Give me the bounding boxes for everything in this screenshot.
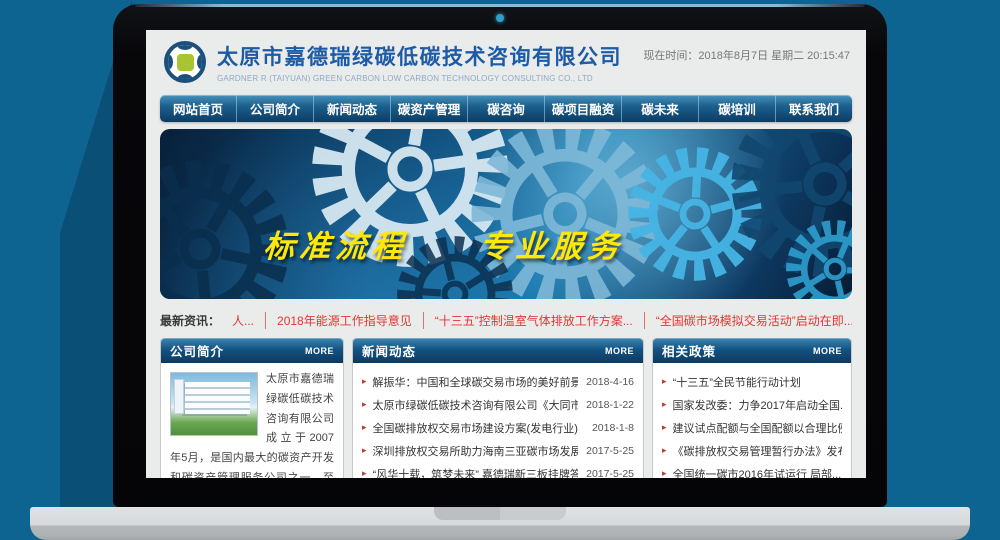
news-row[interactable]: ▸全国碳排放权交易市场建设方案(发电行业)2018-1-8 [362,416,634,439]
main-nav: 网站首页 公司简介 新闻动态 碳资产管理 碳咨询 碳项目融资 碳未来 碳培训 联… [160,95,852,122]
column-policies: 相关政策 MORE ▸“十三五”全民节能行动计划 ▸国家发改委：力争2017年启… [652,338,852,478]
nav-item-training[interactable]: 碳培训 [699,95,776,122]
news-date: 2018-4-16 [586,376,634,388]
nav-item-news[interactable]: 新闻动态 [314,95,391,122]
arrow-bullet-icon: ▸ [662,377,667,386]
policies-header: 相关政策 MORE [653,338,851,363]
company-name: 太原市嘉德瑞绿碳低碳技术咨询有限公司 [217,41,622,71]
ticker-label: 最新资讯： [160,312,220,329]
policies-list: ▸“十三五”全民节能行动计划 ▸国家发改委：力争2017年启动全国... ▸建议… [653,363,851,478]
arrow-bullet-icon: ▸ [362,423,367,432]
company-building-photo [170,372,258,436]
laptop-screen: 太原市嘉德瑞绿碳低碳技术咨询有限公司 GARDNER R (TAIYUAN) G… [146,30,866,478]
arrow-bullet-icon: ▸ [362,446,367,455]
nav-item-about[interactable]: 公司简介 [237,95,314,122]
news-ticker: 最新资讯： 人... 2018年能源工作指导意见 “十三五”控制温室气体排放工作… [160,308,852,332]
logo-dot [164,55,173,70]
news-date: 2017-5-25 [586,468,634,479]
profile-title: 公司简介 [170,341,224,360]
site-header: 太原市嘉德瑞绿碳低碳技术咨询有限公司 GARDNER R (TAIYUAN) G… [160,30,852,95]
news-row[interactable]: ▸“风华十载，筑梦未来” 嘉德瑞新三板挂牌答谢...2017-5-25 [362,462,634,478]
nav-item-financing[interactable]: 碳项目融资 [545,95,622,122]
policies-more-link[interactable]: MORE [813,346,842,356]
logo-dot [178,74,193,83]
policy-row[interactable]: ▸国家发改委：力争2017年启动全国... [662,393,842,416]
trackpad-notch [434,507,566,520]
news-row[interactable]: ▸太原市绿碳低碳技术咨询有限公司《大同市低碳发...2018-1-22 [362,393,634,416]
policy-row[interactable]: ▸建议试点配额与全国配额以合理比例兑... [662,416,842,439]
nav-item-future[interactable]: 碳未来 [622,95,699,122]
website-page: 太原市嘉德瑞绿碳低碳技术咨询有限公司 GARDNER R (TAIYUAN) G… [160,30,852,478]
policy-row[interactable]: ▸“十三五”全民节能行动计划 [662,370,842,393]
gear-icon [160,130,319,299]
current-time-label: 现在时间：2018年8月7日 星期二 20:15:47 [643,47,850,63]
policies-title: 相关政策 [662,341,716,360]
company-name-en: GARDNER R (TAIYUAN) GREEN CARBON LOW CAR… [217,74,622,83]
nav-item-carbon-assets[interactable]: 碳资产管理 [391,95,468,122]
column-news: 新闻动态 MORE ▸解振华：中国和全球碳交易市场的美好前景可期2018-4-1… [352,338,644,478]
ticker-link[interactable]: “十三五”控制温室气体排放工作方案... [424,312,645,329]
news-date: 2018-1-8 [592,422,634,434]
logo-dot [178,41,193,50]
profile-more-link[interactable]: MORE [305,346,334,356]
nav-item-contact[interactable]: 联系我们 [776,95,852,122]
news-more-link[interactable]: MORE [605,346,634,356]
company-logo-icon [164,41,206,83]
arrow-bullet-icon: ▸ [662,469,667,478]
news-row[interactable]: ▸解振华：中国和全球碳交易市场的美好前景可期2018-4-16 [362,370,634,393]
arrow-bullet-icon: ▸ [662,423,667,432]
ticker-link[interactable]: “全国碳市场模拟交易活动”启动在即... [645,312,852,329]
policy-row[interactable]: ▸全国统一碳市2016年试运行 局部... [662,462,842,478]
laptop-base [30,507,970,540]
arrow-bullet-icon: ▸ [362,377,367,386]
brand-block: 太原市嘉德瑞绿碳低碳技术咨询有限公司 GARDNER R (TAIYUAN) G… [217,41,622,83]
gear-icon [775,209,852,299]
logo-green-square [177,54,194,71]
nav-item-home[interactable]: 网站首页 [160,95,237,122]
arrow-bullet-icon: ▸ [362,400,367,409]
nav-item-consulting[interactable]: 碳咨询 [468,95,545,122]
content-columns: 公司简介 MORE 太原市嘉德瑞绿碳低碳技术咨询有限公司成立于2007年5月，是… [160,338,852,478]
arrow-bullet-icon: ▸ [662,400,667,409]
news-row[interactable]: ▸深圳排放权交易所助力海南三亚碳市场发展2017-5-25 [362,439,634,462]
news-list: ▸解振华：中国和全球碳交易市场的美好前景可期2018-4-16 ▸太原市绿碳低碳… [353,363,643,478]
profile-body: 太原市嘉德瑞绿碳低碳技术咨询有限公司成立于2007年5月，是国内最大的碳资产开发… [161,363,343,478]
webcam-icon [496,14,504,22]
hero-banner: 标准流程 专业服务 [160,129,852,299]
news-title: 新闻动态 [362,341,416,360]
arrow-bullet-icon: ▸ [662,446,667,455]
policy-row[interactable]: ▸《碳排放权交易管理暂行办法》发布 [662,439,842,462]
column-company-profile: 公司简介 MORE 太原市嘉德瑞绿碳低碳技术咨询有限公司成立于2007年5月，是… [160,338,344,478]
logo-dot [197,55,206,70]
profile-header: 公司简介 MORE [161,338,343,363]
ticker-link[interactable]: 2018年能源工作指导意见 [266,312,424,329]
news-date: 2017-5-25 [586,445,634,457]
news-date: 2018-1-22 [586,399,634,411]
banner-slogan: 标准流程 专业服务 [160,221,729,266]
arrow-bullet-icon: ▸ [362,469,367,478]
ticker-link[interactable]: 人... [230,312,266,329]
news-header: 新闻动态 MORE [353,338,643,363]
